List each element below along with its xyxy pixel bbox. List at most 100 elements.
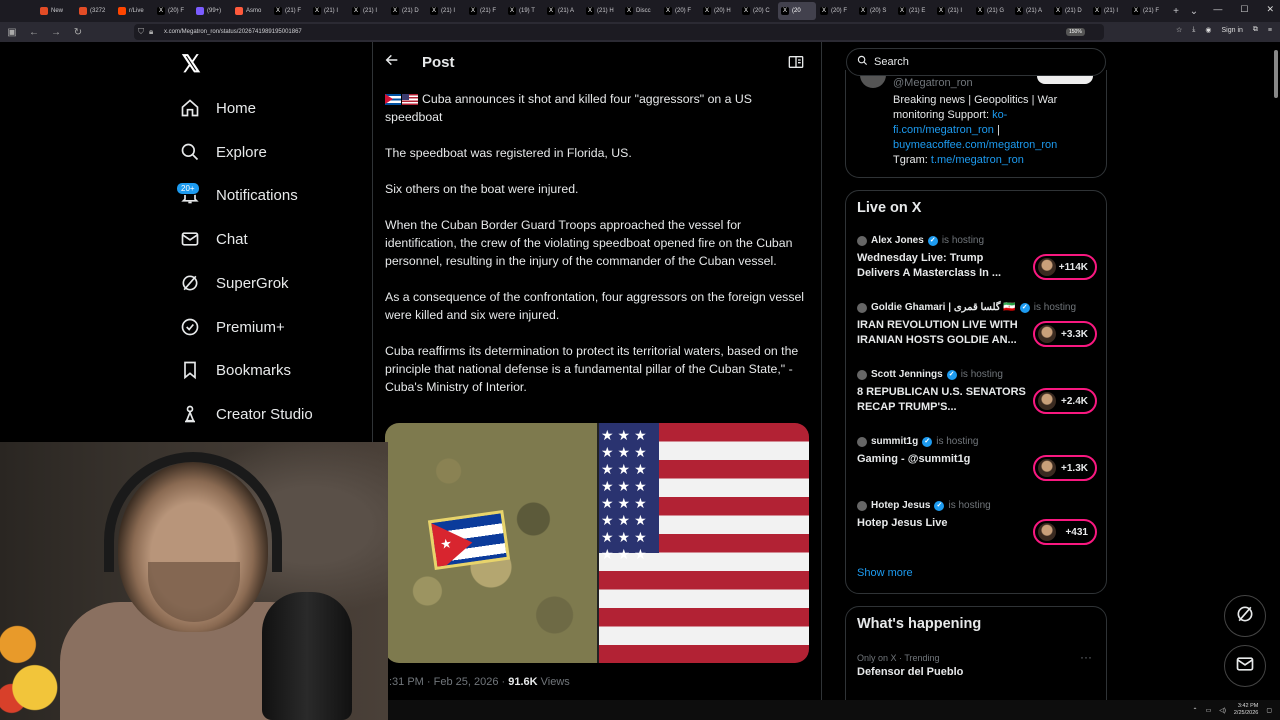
reader-mode-icon[interactable]: [788, 55, 804, 74]
live-item[interactable]: Hotep Jesus ✓ is hosting Hotep Jesus Live …: [857, 500, 1097, 545]
page-scrollbar[interactable]: [1272, 42, 1278, 702]
menu-icon[interactable]: ≡: [1268, 27, 1272, 34]
tab-label: (21) D: [1065, 8, 1082, 14]
browser-tab[interactable]: X (21) F: [466, 2, 504, 20]
notification-center-icon[interactable]: ▢: [1266, 707, 1272, 714]
volume-icon[interactable]: ◁): [1219, 707, 1226, 714]
nav-item-home[interactable]: Home: [178, 93, 256, 123]
live-item[interactable]: summit1g ✓ is hosting Gaming - @summit1g +…: [857, 436, 1097, 481]
browser-tab[interactable]: X (21) E: [895, 2, 933, 20]
browser-tab[interactable]: X (21) D: [388, 2, 426, 20]
lock-icon[interactable]: 🔒︎: [149, 27, 153, 37]
nav-item-creator-studio[interactable]: Creator Studio: [178, 399, 313, 429]
extensions-icon[interactable]: ⧉: [1253, 26, 1258, 34]
trend-name[interactable]: Defensor del Pueblo: [857, 666, 963, 678]
shield-icon[interactable]: ⛉: [138, 27, 144, 37]
browser-tab[interactable]: Asmo: [232, 2, 270, 20]
cuba-flag-icon: [385, 94, 401, 106]
browser-tab[interactable]: r/Live: [115, 2, 153, 20]
host-name: Goldie Ghamari | گلسا قمری 🇮🇷: [871, 302, 1016, 313]
sign-in-button[interactable]: Sign in: [1222, 27, 1243, 34]
search-box[interactable]: Search: [846, 48, 1106, 76]
browser-tab[interactable]: X (21) F: [271, 2, 309, 20]
live-listeners-pill[interactable]: +3.3K: [1033, 321, 1097, 347]
tab-label: (20) H: [714, 8, 731, 14]
live-listeners-pill[interactable]: +114K: [1033, 254, 1097, 280]
browser-tab[interactable]: X (20) C: [739, 2, 777, 20]
browser-tab[interactable]: X (21) I: [934, 2, 972, 20]
browser-tab[interactable]: (3272: [76, 2, 114, 20]
browser-tab[interactable]: X (21) I: [1090, 2, 1128, 20]
browser-tab[interactable]: (99+): [193, 2, 231, 20]
browser-tab[interactable]: X (19) T: [505, 2, 543, 20]
browser-toolbar-right: ☆ ⤓ ◉ Sign in ⧉ ≡: [1176, 26, 1272, 34]
browser-tab[interactable]: X (21) A: [1012, 2, 1050, 20]
sidebar-toggle-icon[interactable]: ▣: [6, 27, 18, 38]
browser-tab[interactable]: X (21) D: [1051, 2, 1089, 20]
tab-favicon-icon: X: [1054, 7, 1062, 15]
reload-button[interactable]: ↻: [72, 27, 84, 38]
live-item[interactable]: Scott Jennings ✓ is hosting 8 REPUBLICAN U…: [857, 369, 1097, 414]
bio-handle[interactable]: @Megatron_ron: [893, 77, 973, 89]
bio-link-buymeacoffee[interactable]: buymeacoffee.com/megatron_ron: [893, 139, 1057, 151]
back-arrow-icon[interactable]: [384, 52, 400, 73]
browser-tab[interactable]: New: [37, 2, 75, 20]
live-avatar: [1038, 258, 1056, 276]
account-icon[interactable]: ◉: [1205, 26, 1211, 34]
more-options-icon[interactable]: ···: [1080, 650, 1092, 664]
nav-item-explore[interactable]: Explore: [178, 137, 267, 167]
browser-tab[interactable]: X (21) F: [1129, 2, 1167, 20]
tab-list-chevron-icon[interactable]: ⌄: [1185, 6, 1203, 17]
live-listeners-pill[interactable]: +2.4K: [1033, 388, 1097, 414]
maximize-button[interactable]: ☐: [1240, 4, 1248, 15]
network-icon[interactable]: ▭: [1206, 707, 1212, 714]
tab-favicon-icon: X: [157, 7, 165, 15]
scrollbar-thumb[interactable]: [1274, 50, 1278, 98]
nav-item-supergrok[interactable]: SuperGrok: [178, 268, 289, 298]
live-item[interactable]: Alex Jones ✓ is hosting Wednesday Live: Tr…: [857, 235, 1097, 280]
download-icon[interactable]: ⤓: [1192, 26, 1195, 34]
search-input[interactable]: Search: [874, 56, 909, 68]
browser-tab[interactable]: X (20) F: [661, 2, 699, 20]
browser-tab[interactable]: X (20) F: [154, 2, 192, 20]
bio-link-telegram[interactable]: t.me/megatron_ron: [931, 154, 1024, 166]
browser-tab[interactable]: X (21) I: [310, 2, 348, 20]
post-image[interactable]: ★ ★★★★★★★★★★★★★★★★★★★★★★★: [385, 423, 809, 663]
browser-tab[interactable]: X Discc: [622, 2, 660, 20]
browser-tab[interactable]: X (21) G: [973, 2, 1011, 20]
tab-label: (21) A: [558, 8, 575, 14]
bookmark-star-icon[interactable]: ☆: [1176, 26, 1182, 34]
host-avatar: [857, 369, 867, 380]
zoom-level[interactable]: 150%: [1066, 28, 1085, 36]
browser-tab[interactable]: X (20: [778, 2, 816, 20]
browser-tab[interactable]: X (20) S: [856, 2, 894, 20]
browser-tab[interactable]: X (21) A: [544, 2, 582, 20]
nav-item-chat[interactable]: Chat: [178, 224, 248, 254]
nav-item-bookmarks[interactable]: Bookmarks: [178, 355, 291, 385]
x-logo[interactable]: 𝕏: [178, 52, 204, 78]
back-button[interactable]: ←: [28, 27, 40, 38]
live-listeners-pill[interactable]: +431: [1033, 519, 1097, 545]
live-item[interactable]: Goldie Ghamari | گلسا قمری 🇮🇷 ✓ is hosting…: [857, 302, 1097, 347]
browser-tab[interactable]: X (21) I: [349, 2, 387, 20]
new-tab-button[interactable]: +: [1167, 6, 1185, 17]
close-window-button[interactable]: ✕: [1266, 4, 1274, 15]
messages-fab-button[interactable]: [1224, 645, 1266, 687]
minimize-button[interactable]: —: [1213, 4, 1222, 15]
grok-fab-button[interactable]: [1224, 595, 1266, 637]
flag-emojis: [385, 94, 418, 106]
show-more-link[interactable]: Show more: [857, 567, 913, 579]
tray-chevron-icon[interactable]: ⌃: [1193, 707, 1198, 714]
nav-item-premium[interactable]: Premium+: [178, 312, 285, 342]
live-listeners-pill[interactable]: +1.3K: [1033, 455, 1097, 481]
browser-tab[interactable]: X (20) H: [700, 2, 738, 20]
url-bar[interactable]: x.com/Megatron_ron/status/20267419891950…: [134, 24, 1104, 40]
browser-tab[interactable]: X (21) H: [583, 2, 621, 20]
system-clock[interactable]: 3:42 PM 2/25/2026: [1234, 703, 1258, 717]
browser-tab[interactable]: X (21) I: [427, 2, 465, 20]
nav-label-creator-studio: Creator Studio: [216, 405, 313, 423]
forward-button[interactable]: →: [50, 27, 62, 38]
post-timestamp[interactable]: :31 PM · Feb 25, 2026 ·: [389, 676, 508, 688]
url-security-icons: ⛉ 🔒︎: [138, 27, 153, 37]
browser-tab[interactable]: X (20) F: [817, 2, 855, 20]
